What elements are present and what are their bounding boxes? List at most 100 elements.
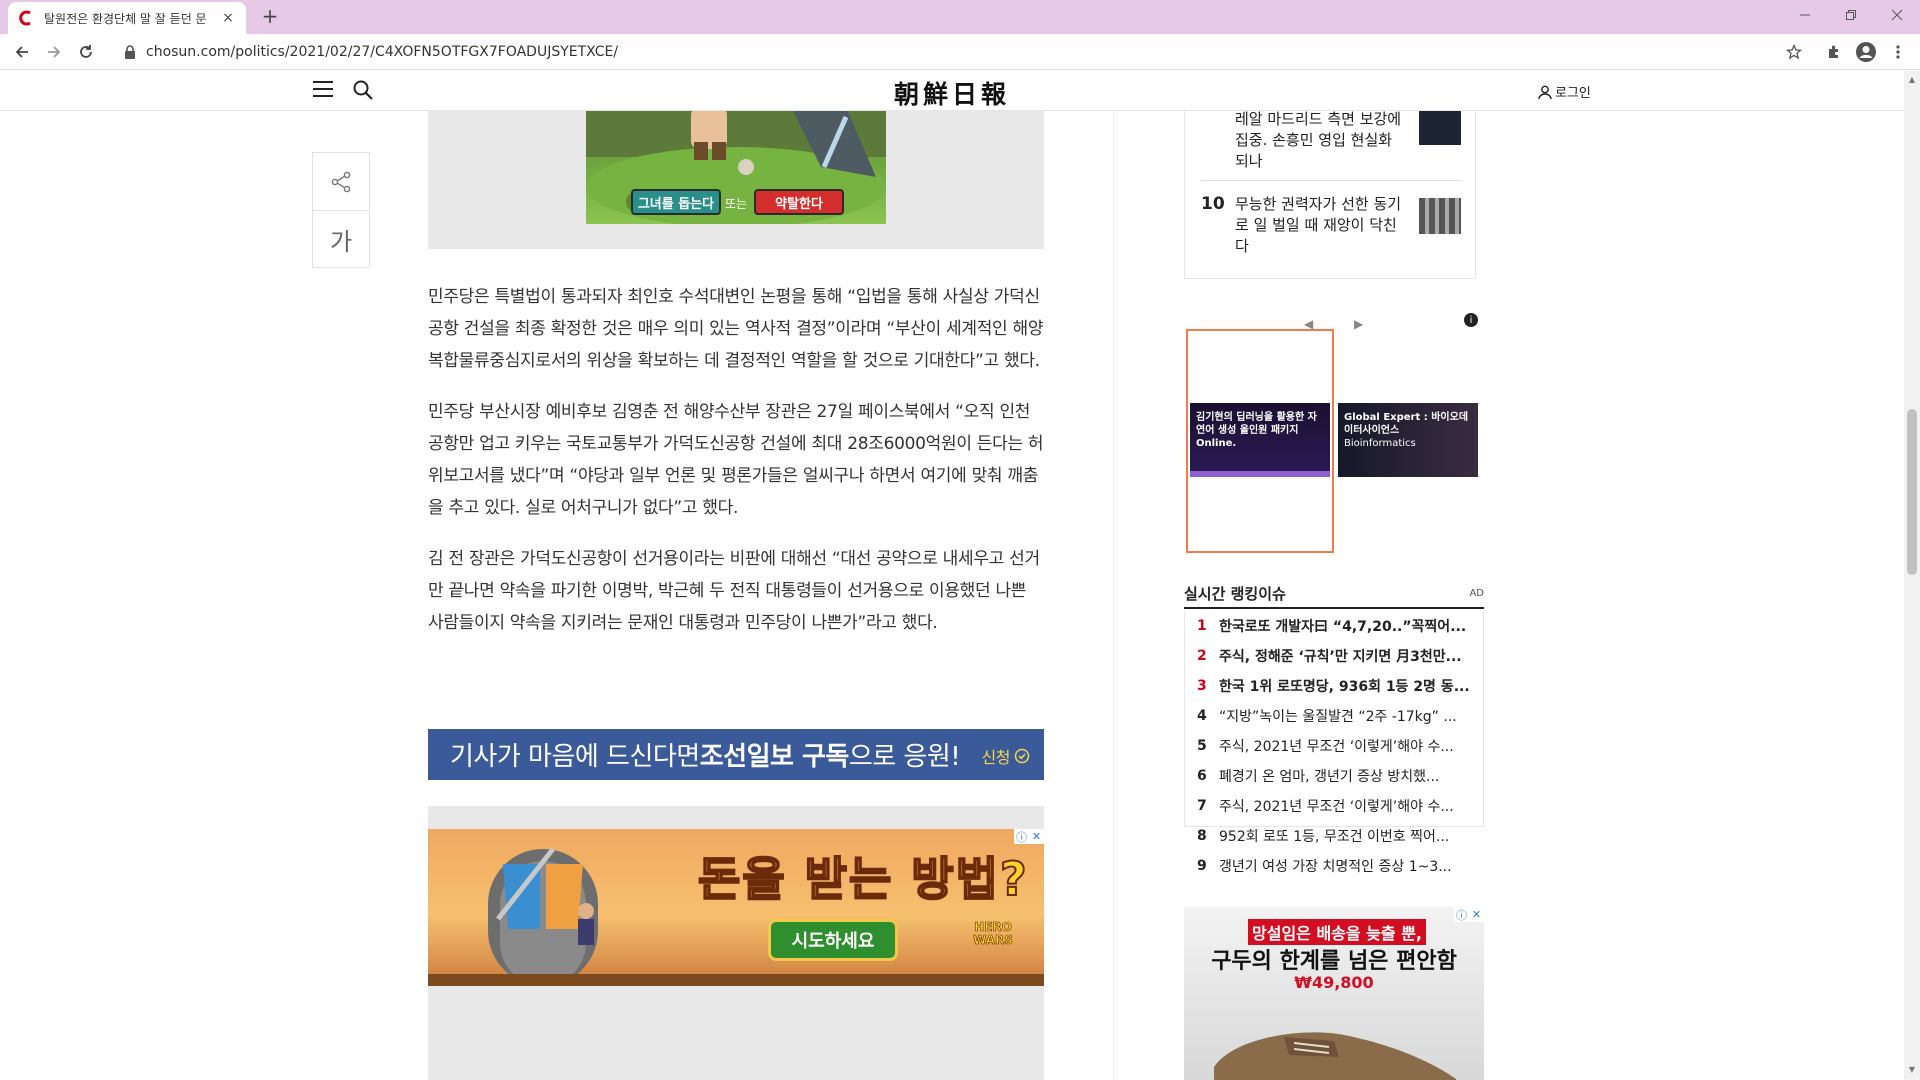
- search-icon[interactable]: [352, 79, 374, 101]
- rank-number: 3: [1197, 678, 1207, 694]
- font-size-button[interactable]: 가: [313, 210, 369, 267]
- ad-choices[interactable]: ⓘ ✕: [1454, 907, 1484, 922]
- shoe-image: [1214, 1032, 1456, 1080]
- subscribe-apply-button[interactable]: 신청: [982, 744, 1030, 768]
- browser-tab-bar: 탈원전은 환경단체 말 잘 듣던 문 × +: [0, 0, 1920, 34]
- scrollbar-thumb[interactable]: [1907, 409, 1917, 575]
- rank-title: 무능한 권력자가 선한 동기로 일 벌일 때 재앙이 닥친다: [1235, 195, 1402, 255]
- shoe-ad-price: ₩49,800: [1294, 973, 1374, 992]
- rank-text: “지방”녹이는 울질발견 “2주 -17kg” ...: [1219, 709, 1457, 725]
- shoe-ad-headline: 구두의 한계를 넘은 편안함: [1211, 949, 1457, 974]
- scroll-up-icon[interactable]: ▲: [1907, 75, 1917, 84]
- back-icon[interactable]: [10, 40, 34, 64]
- login-label: 로그인: [1555, 86, 1591, 101]
- list-item[interactable]: 7 주식, 2021년 무조건 ‘이렇게’해야 수...: [1185, 791, 1483, 821]
- carousel-next-icon[interactable]: ▶: [1354, 317, 1363, 331]
- check-circle-icon: [1014, 748, 1030, 764]
- list-item[interactable]: 8 952회 로또 1등, 무조건 이번호 찍어...: [1185, 821, 1483, 851]
- rank-item[interactable]: 레알 마드리드 측면 보강에 집중. 손흥민 영입 현실화되나: [1201, 111, 1461, 172]
- rank-text: 한국로또 개발자曰 “4,7,20..”꼭찍어...: [1219, 619, 1467, 635]
- realtime-ranking-list: 1 한국로또 개발자曰 “4,7,20..”꼭찍어... 2 주식, 정해준 ‘규칙…: [1184, 611, 1484, 875]
- game-ad-image[interactable]: 그녀를 돕는다 또는 약탈한다: [586, 111, 886, 224]
- carousel-card-1[interactable]: 김기현의 딥러닝을 활용한 자연어 생성 올인원 패키지 Online.: [1190, 403, 1330, 477]
- top-advertisement[interactable]: 그녀를 돕는다 또는 약탈한다: [428, 111, 1044, 249]
- column-divider: [1113, 111, 1114, 1080]
- restore-icon[interactable]: [1828, 0, 1874, 30]
- bookmark-star-icon[interactable]: [1782, 40, 1806, 64]
- rank-text: 폐경기 온 엄마, 갱년기 증상 방치했...: [1219, 769, 1440, 785]
- carousel-card-2[interactable]: Global Expert : 바이오데이터사이언스 Bioinformatic…: [1338, 403, 1478, 477]
- site-logo[interactable]: 朝鮮日報: [880, 75, 1024, 111]
- rank-number: 1: [1197, 618, 1207, 634]
- rank-number: 8: [1197, 828, 1207, 844]
- list-item[interactable]: 2 주식, 정해준 ‘규칙’만 지키면 月3천만...: [1185, 641, 1483, 671]
- ad-choice-help-button[interactable]: 그녀를 돕는다: [631, 189, 721, 215]
- new-tab-button[interactable]: +: [258, 5, 282, 29]
- list-item[interactable]: 9 갱년기 여성 가장 치명적인 증상 1~3...: [1185, 851, 1483, 881]
- minimize-icon[interactable]: [1782, 0, 1828, 30]
- ad-close-icon[interactable]: ✕: [1469, 907, 1484, 922]
- rank-text: 주식, 2021년 무조건 ‘이렇게’해야 수...: [1219, 739, 1454, 755]
- subscribe-banner[interactable]: 기사가 마음에 드신다면 조선일보 구독 으로 응원! 신청: [428, 729, 1044, 780]
- rank-number: 4: [1197, 708, 1207, 724]
- forward-icon[interactable]: [42, 40, 66, 64]
- shoe-ad-tag: 망설임은 배송을 늦출 뿐,: [1248, 919, 1426, 945]
- url-text: chosun.com/politics/2021/02/27/C4XOFN5OT…: [146, 44, 619, 60]
- ad-headline: 돈을 받는 방법?: [697, 851, 1029, 907]
- list-item[interactable]: 1 한국로또 개발자曰 “4,7,20..”꼭찍어...: [1185, 611, 1483, 641]
- list-item[interactable]: 5 주식, 2021년 무조건 ‘이렇게’해야 수...: [1185, 731, 1483, 761]
- rank-item[interactable]: 10 무능한 권력자가 선한 동기로 일 벌일 때 재앙이 닥친다: [1201, 194, 1461, 257]
- browser-tab[interactable]: 탈원전은 환경단체 말 잘 듣던 문 ×: [8, 2, 246, 34]
- shoe-advertisement[interactable]: 망설임은 배송을 늦출 뿐, 구두의 한계를 넘은 편안함 ₩49,800 ⓘ …: [1184, 907, 1484, 1080]
- rank-text: 한국 1위 로또명당, 936회 1등 2명 동...: [1219, 679, 1469, 695]
- share-icon[interactable]: [313, 153, 369, 210]
- promo-carousel: ◀ ▶ i 김기현의 딥러닝을 활용한 자연어 생성 올인원 패키지 Onlin…: [1184, 307, 1484, 555]
- ad-try-button[interactable]: 시도하세요: [768, 919, 898, 961]
- ad-label: AD: [1469, 587, 1484, 599]
- rank-thumbnail: [1419, 198, 1461, 234]
- rank-number: 6: [1197, 768, 1207, 784]
- ad-choice-loot-button[interactable]: 약탈한다: [754, 189, 844, 215]
- scroll-down-icon[interactable]: ▼: [1907, 1065, 1917, 1074]
- rank-number: 2: [1197, 648, 1207, 664]
- ad-close-icon[interactable]: ✕: [1029, 829, 1044, 844]
- rank-number: 10: [1201, 194, 1225, 214]
- rank-text: 952회 로또 1등, 무조건 이번호 찍어...: [1219, 829, 1450, 845]
- extensions-puzzle-icon[interactable]: [1822, 40, 1846, 64]
- login-link[interactable]: 로그인: [1538, 82, 1591, 101]
- close-window-icon[interactable]: [1874, 0, 1920, 30]
- rank-text: 갱년기 여성 가장 치명적인 증상 1~3...: [1219, 859, 1452, 875]
- user-icon: [1538, 85, 1552, 99]
- ad-info-icon[interactable]: i: [1464, 313, 1478, 327]
- hero-wars-logo: HERO WARS: [973, 920, 1013, 947]
- adchoices-info-icon[interactable]: ⓘ: [1014, 829, 1029, 844]
- rank-number: [1201, 111, 1235, 172]
- article-paragraph: 민주당은 특별법이 통과되자 최인호 수석대변인 논평을 통해 “입법을 통해 …: [428, 287, 1044, 371]
- list-item[interactable]: 3 한국 1위 로또명당, 936회 1등 2명 동...: [1185, 671, 1483, 701]
- profile-avatar-icon[interactable]: [1854, 40, 1878, 64]
- card-1-text: 김기현의 딥러닝을 활용한 자연어 생성 올인원 패키지 Online.: [1196, 412, 1317, 449]
- adchoices-info-icon[interactable]: ⓘ: [1454, 907, 1469, 922]
- reload-icon[interactable]: [74, 40, 98, 64]
- tab-title: 탈원전은 환경단체 말 잘 듣던 문: [44, 11, 207, 26]
- rank-number: 5: [1197, 738, 1207, 754]
- rank-number: 7: [1197, 798, 1207, 814]
- chosun-favicon-icon: [19, 10, 31, 26]
- list-item[interactable]: 4 “지방”녹이는 울질발견 “2주 -17kg” ...: [1185, 701, 1483, 731]
- browser-menu-icon[interactable]: [1886, 40, 1910, 64]
- divider: [1201, 180, 1461, 181]
- page-body: 가 그녀를 돕는다 또는 약탈한다 민주당은 특별법이 통과되자 최인호 수석대…: [0, 111, 1904, 1080]
- banner-text-2: 으로 응원!: [848, 742, 961, 772]
- address-bar[interactable]: chosun.com/politics/2021/02/27/C4XOFN5OT…: [110, 38, 1814, 66]
- popular-news-card: 레알 마드리드 측면 보강에 집중. 손흥민 영입 현실화되나 10 무능한 권…: [1184, 111, 1476, 279]
- list-item[interactable]: 6 폐경기 온 엄마, 갱년기 증상 방치했...: [1185, 761, 1483, 791]
- article-paragraph: 김 전 장관은 가덕도신공항이 선거용이라는 비판에 대해선 “대선 공약으로 …: [428, 549, 1040, 633]
- page-scrollbar[interactable]: ▲ ▼: [1904, 71, 1920, 1080]
- tab-close-icon[interactable]: ×: [220, 10, 236, 26]
- bottom-advertisement[interactable]: 돈을 받는 방법? 시도하세요 HERO WARS ⓘ ✕: [428, 829, 1044, 986]
- card-2-sub: Bioinformatics: [1344, 438, 1416, 449]
- card-2-title: Global Expert : 바이오데이터사이언스: [1344, 412, 1469, 436]
- menu-hamburger-icon[interactable]: [313, 81, 333, 99]
- banner-text-bold: 조선일보 구독: [699, 742, 850, 772]
- ad-choices[interactable]: ⓘ ✕: [1014, 829, 1044, 844]
